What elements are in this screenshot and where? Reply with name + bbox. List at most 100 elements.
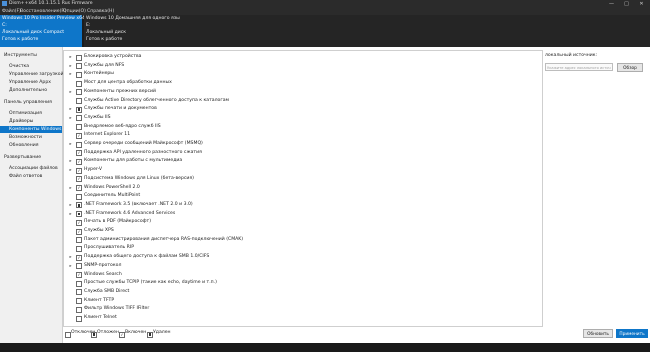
menu-help[interactable]: Справка(H) xyxy=(87,9,114,14)
sidebar-item-boot[interactable]: Управление загрузкой xyxy=(9,71,64,78)
image-tile-c[interactable]: Windows 10 Pro Insider Preview x64 C: Ло… xyxy=(0,15,85,47)
image-tile-e[interactable]: Windows 10 Домашняя для одного язы E: Ло… xyxy=(84,15,650,47)
feature-row[interactable]: ▸ Контейнеры xyxy=(64,70,542,78)
feature-checkbox[interactable] xyxy=(76,245,82,252)
feature-row[interactable]: Служба SMB Direct xyxy=(64,288,542,296)
expand-arrow-icon[interactable]: ▸ xyxy=(68,140,73,148)
feature-checkbox[interactable]: ✓ xyxy=(76,150,82,157)
apply-button[interactable]: Применить xyxy=(616,329,648,338)
feature-row[interactable]: Клиент Telnet xyxy=(64,314,542,322)
feature-row[interactable]: ▸ Службы IIS xyxy=(64,114,542,122)
sidebar-item-drivers[interactable]: Драйверы xyxy=(9,118,33,125)
expand-arrow-icon[interactable]: ▸ xyxy=(68,53,73,61)
menu-file[interactable]: Файл(F) xyxy=(2,9,21,14)
feature-checkbox[interactable] xyxy=(76,202,82,209)
feature-row[interactable]: ▸ Компоненты прежних версий xyxy=(64,88,542,96)
feature-checkbox[interactable]: ✓ xyxy=(76,272,82,278)
feature-checkbox[interactable] xyxy=(76,80,82,87)
feature-checkbox[interactable] xyxy=(76,89,82,96)
maximize-button[interactable]: □ xyxy=(619,0,634,8)
feature-row[interactable]: Клиент TFTP xyxy=(64,297,542,305)
feature-checkbox[interactable]: ✓ xyxy=(76,219,82,226)
feature-checkbox[interactable]: ✓ xyxy=(76,228,82,235)
feature-row[interactable]: Внедряемое веб-ядро служб IIS xyxy=(64,123,542,131)
feature-row[interactable]: Службы Active Directory облегченного дос… xyxy=(64,97,542,105)
feature-row[interactable]: ▸ Блокировка устройства xyxy=(64,53,542,61)
feature-checkbox[interactable]: ✓ xyxy=(76,158,82,165)
expand-arrow-icon[interactable]: ▸ xyxy=(68,114,73,122)
feature-checkbox[interactable] xyxy=(76,211,82,218)
sidebar-item-cleanup[interactable]: Очистка xyxy=(9,63,29,70)
sidebar-item-capabilities[interactable]: Возможности xyxy=(9,134,42,141)
sidebar-header-control-panel[interactable]: Панель управления xyxy=(4,99,52,106)
refresh-button[interactable]: Обновить xyxy=(583,329,613,338)
sidebar-item-appx[interactable]: Управление Appx xyxy=(9,79,51,86)
feature-row[interactable]: Фильтр Windows TIFF IFilter xyxy=(64,305,542,313)
feature-row[interactable]: ▸ SNMP-протокол xyxy=(64,262,542,270)
feature-row[interactable]: ▸ ✓ Hyper-V xyxy=(64,166,542,174)
feature-row[interactable]: Простые службы TCPIP (такие как echo, da… xyxy=(64,279,542,287)
expand-arrow-icon[interactable]: ▸ xyxy=(68,70,73,78)
feature-checkbox[interactable] xyxy=(76,98,82,104)
feature-row[interactable]: ▸ ✓ Компоненты для работы с мультимедиа xyxy=(64,157,542,165)
feature-row[interactable]: ✓ Поддержка API удаленного разностного сж… xyxy=(64,149,542,157)
feature-row[interactable]: ✓ Internet Explorer 11 xyxy=(64,131,542,139)
feature-checkbox[interactable] xyxy=(76,124,82,131)
feature-checkbox[interactable] xyxy=(76,237,82,244)
feature-row[interactable]: ▸ .NET Framework 4.6 Advanced Services xyxy=(64,210,542,218)
close-button[interactable]: ✕ xyxy=(634,0,649,8)
expand-arrow-icon[interactable]: ▸ xyxy=(68,184,73,192)
sidebar-item-optimization[interactable]: Оптимизация xyxy=(9,110,42,117)
feature-checkbox[interactable] xyxy=(76,106,82,113)
feature-row[interactable]: ▸ Сервер очереди сообщений Майкрософт (MS… xyxy=(64,140,542,148)
feature-checkbox[interactable]: ✓ xyxy=(76,132,82,139)
expand-arrow-icon[interactable]: ▸ xyxy=(68,105,73,113)
feature-checkbox[interactable]: ✓ xyxy=(76,167,82,174)
expand-arrow-icon[interactable]: ▸ xyxy=(68,253,73,261)
feature-checkbox[interactable]: ✓ xyxy=(76,185,82,191)
expand-arrow-icon[interactable]: ▸ xyxy=(68,88,73,96)
feature-row[interactable]: ▸ ✓ Поддержка общего доступа к файлам SMB … xyxy=(64,253,542,261)
menu-recovery[interactable]: Восстановление(R) xyxy=(20,9,66,14)
feature-checkbox[interactable] xyxy=(76,115,82,122)
feature-row[interactable]: ▸ .NET Framework 3.5 (включает .NET 2.0 и… xyxy=(64,201,542,209)
expand-arrow-icon[interactable]: ▸ xyxy=(68,210,73,218)
sidebar-item-windows-features[interactable]: Компоненты Windows xyxy=(0,126,62,133)
feature-row[interactable]: Соединитель MultiPoint xyxy=(64,192,542,200)
feature-checkbox[interactable] xyxy=(76,63,82,70)
sidebar-header-deployment[interactable]: Развертывание xyxy=(4,154,41,161)
sidebar-header-tools[interactable]: Инструменты xyxy=(4,52,37,59)
sidebar-item-updates[interactable]: Обновления xyxy=(9,142,39,149)
expand-arrow-icon[interactable]: ▸ xyxy=(68,262,73,270)
feature-checkbox[interactable] xyxy=(76,315,82,322)
sidebar-item-file-associations[interactable]: Ассоциации файлов xyxy=(9,165,58,172)
expand-arrow-icon[interactable]: ▸ xyxy=(68,166,73,174)
feature-row[interactable]: ▸ Службы печати и документов xyxy=(64,105,542,113)
expand-arrow-icon[interactable]: ▸ xyxy=(68,157,73,165)
feature-checkbox[interactable]: ✓ xyxy=(76,254,82,261)
browse-button[interactable]: Обзор xyxy=(617,62,643,72)
feature-checkbox[interactable] xyxy=(76,280,82,287)
feature-row[interactable]: Прослушиватель RIP xyxy=(64,244,542,252)
feature-checkbox[interactable]: ✓ xyxy=(76,176,82,183)
sidebar-item-advanced[interactable]: Дополнительно xyxy=(9,87,47,94)
feature-row[interactable]: ✓ Печать в PDF (Майкрософт) xyxy=(64,218,542,226)
expand-arrow-icon[interactable]: ▸ xyxy=(68,201,73,209)
feature-row[interactable]: ✓ Подсистема Windows для Linux (бета-верс… xyxy=(64,175,542,183)
source-path-input[interactable]: Укажите адрес локального источ xyxy=(545,63,613,71)
feature-row[interactable]: Мост для центра обработки данных xyxy=(64,79,542,87)
feature-row[interactable]: Пакет администрирования диспетчера RAS-п… xyxy=(64,236,542,244)
feature-row[interactable]: ▸ Службы для NFS xyxy=(64,62,542,70)
feature-checkbox[interactable] xyxy=(76,263,82,270)
feature-row[interactable]: ▸ ✓ Windows PowerShell 2.0 xyxy=(64,184,542,192)
feature-checkbox[interactable] xyxy=(76,54,82,61)
feature-row[interactable]: ✓ Службы XPS xyxy=(64,227,542,235)
feature-checkbox[interactable] xyxy=(76,289,82,296)
feature-checkbox[interactable] xyxy=(76,71,82,78)
minimize-button[interactable]: — xyxy=(604,0,619,8)
feature-checkbox[interactable] xyxy=(76,193,82,200)
feature-checkbox[interactable] xyxy=(76,306,82,313)
feature-checkbox[interactable] xyxy=(76,298,82,305)
expand-arrow-icon[interactable]: ▸ xyxy=(68,62,73,70)
feature-checkbox[interactable] xyxy=(76,141,82,148)
